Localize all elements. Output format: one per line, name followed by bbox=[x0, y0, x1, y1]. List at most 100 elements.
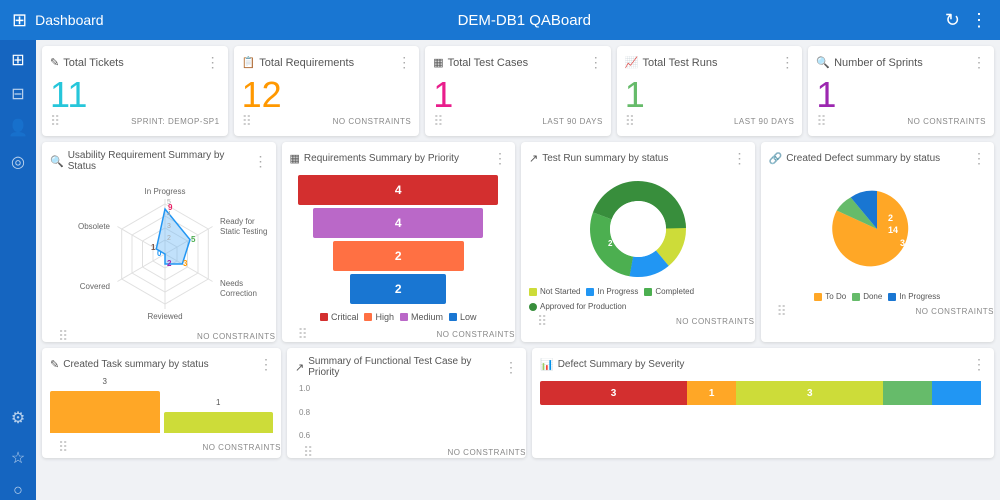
legend-critical: Critical bbox=[320, 312, 359, 322]
refresh-icon[interactable]: ↻ bbox=[945, 10, 960, 31]
severity-seg-1: 3 bbox=[540, 381, 687, 405]
defect-status-label: NO CONSTRAINTS bbox=[915, 307, 994, 316]
svg-text:5: 5 bbox=[167, 199, 171, 206]
defect-status-card: 🔗 Created Defect summary by status ⋮ 14 … bbox=[761, 142, 995, 342]
test-run-title: ↗ Test Run summary by status bbox=[529, 152, 668, 165]
defect-status-menu[interactable]: ⋮ bbox=[972, 150, 986, 167]
defect-severity-card: 📊 Defect Summary by Severity ⋮ 3 1 3 bbox=[532, 348, 994, 458]
svg-text:0: 0 bbox=[157, 249, 162, 258]
test-run-status-card: ↗ Test Run summary by status ⋮ 1 1 bbox=[521, 142, 755, 342]
sidebar-profile-icon[interactable]: ○ bbox=[13, 482, 23, 500]
sidebar-star-icon[interactable]: ☆ bbox=[11, 448, 25, 468]
total-tickets-title: ✎ Total Tickets bbox=[50, 56, 124, 69]
svg-text:4: 4 bbox=[167, 211, 171, 218]
drag-icon: ⠿ bbox=[50, 113, 60, 130]
drag-icon-5: ⠿ bbox=[816, 113, 826, 130]
svg-text:1: 1 bbox=[654, 212, 659, 221]
sidebar-settings-icon[interactable]: ⚙ bbox=[11, 408, 25, 428]
sprints-title: 🔍 Number of Sprints bbox=[816, 56, 922, 69]
nav-label: Dashboard bbox=[35, 12, 104, 28]
total-tr-title: 📈 Total Test Runs bbox=[625, 56, 718, 69]
main-content: ✎ Total Tickets ⋮ 1 1 ⠿ SPRINT: DEMOP-SP1… bbox=[36, 40, 1000, 500]
svg-text:In Progress: In Progress bbox=[145, 187, 186, 196]
defect-icon: 🔗 bbox=[769, 152, 783, 165]
test-run-icon: ↗ bbox=[529, 152, 538, 165]
legend-in-progress: In Progress bbox=[586, 287, 638, 296]
legend-medium: Medium bbox=[400, 312, 443, 322]
top-nav: ⊞ Dashboard DEM-DB1 QABoard ↻ ⋮ bbox=[0, 0, 1000, 40]
sprints-menu[interactable]: ⋮ bbox=[972, 54, 986, 71]
svg-text:3: 3 bbox=[183, 259, 188, 268]
functional-test-card: ↗ Summary of Functional Test Case by Pri… bbox=[287, 348, 526, 458]
grid-icon[interactable]: ⊞ bbox=[12, 10, 27, 31]
legend-low: Low bbox=[449, 312, 477, 322]
test-run-donut: 1 1 1 2 bbox=[529, 171, 747, 281]
total-tc-menu[interactable]: ⋮ bbox=[589, 54, 603, 71]
severity-seg-2: 1 bbox=[687, 381, 736, 405]
drag-icon-8: ⠿ bbox=[537, 313, 547, 330]
severity-seg-3: 3 bbox=[736, 381, 883, 405]
svg-text:Needs: Needs bbox=[220, 279, 243, 288]
drag-icon-6: ⠿ bbox=[58, 328, 68, 345]
severity-seg-5 bbox=[932, 381, 981, 405]
legend-approved: Approved for Production bbox=[529, 302, 626, 311]
drag-icon-4: ⠿ bbox=[625, 113, 635, 130]
severity-icon: 📊 bbox=[540, 358, 554, 371]
metrics-row: ✎ Total Tickets ⋮ 11 ⠿ SPRINT: DEMOP-SP1… bbox=[42, 46, 994, 136]
sidebar-circle-icon[interactable]: ◎ bbox=[11, 152, 25, 172]
funnel-bar-low: 2 bbox=[350, 274, 446, 304]
legend-inprogress: In Progress bbox=[888, 292, 940, 301]
task-icon: ✎ bbox=[50, 358, 59, 371]
task-bar-chart: 3 1 bbox=[50, 377, 273, 437]
legend-not-started: Not Started bbox=[529, 287, 580, 296]
sidebar-user-icon[interactable]: 👤 bbox=[8, 118, 28, 138]
sprint-icon: 🔍 bbox=[816, 56, 830, 69]
sprints-value: 1 bbox=[816, 77, 986, 113]
nav-right: ↻ ⋮ bbox=[945, 10, 988, 31]
total-req-label: NO CONSTRAINTS bbox=[333, 117, 412, 126]
legend-high: High bbox=[364, 312, 394, 322]
total-tickets-label: SPRINT: DEMOP-SP1 bbox=[131, 117, 220, 126]
svg-text:2: 2 bbox=[608, 239, 613, 248]
defect-severity-menu[interactable]: ⋮ bbox=[972, 356, 986, 373]
svg-text:14: 14 bbox=[888, 225, 898, 235]
drag-icon-7: ⠿ bbox=[298, 326, 308, 343]
total-tickets-menu[interactable]: ⋮ bbox=[206, 54, 220, 71]
drag-icon-9: ⠿ bbox=[777, 303, 787, 320]
legend-todo: To Do bbox=[814, 292, 846, 301]
total-test-runs-card: 📈 Total Test Runs ⋮ 1 ⠿ LAST 90 DAYS bbox=[617, 46, 803, 136]
legend-completed: Completed bbox=[644, 287, 694, 296]
svg-text:1: 1 bbox=[622, 204, 627, 213]
sidebar-apps-icon[interactable]: ⊟ bbox=[11, 84, 24, 104]
drag-icon-11: ⠿ bbox=[303, 444, 313, 461]
svg-text:Static Testing: Static Testing bbox=[220, 227, 267, 236]
svg-text:2: 2 bbox=[888, 213, 893, 223]
more-icon[interactable]: ⋮ bbox=[970, 10, 988, 31]
test-run-menu[interactable]: ⋮ bbox=[733, 150, 747, 167]
req-priority-menu[interactable]: ⋮ bbox=[493, 150, 507, 167]
req-priority-label: NO CONSTRAINTS bbox=[436, 330, 515, 339]
defect-pie: 14 3 2 bbox=[769, 171, 987, 286]
test-run-label: NO CONSTRAINTS bbox=[676, 317, 755, 326]
svg-text:3: 3 bbox=[900, 238, 905, 248]
req-priority-card: ▦ Requirements Summary by Priority ⋮ 4 4… bbox=[282, 142, 516, 342]
nav-left: ⊞ Dashboard bbox=[12, 10, 104, 31]
defect-severity-title: 📊 Defect Summary by Severity bbox=[540, 358, 684, 371]
total-test-cases-card: ▦ Total Test Cases ⋮ 1 ⠿ LAST 90 DAYS bbox=[425, 46, 611, 136]
usability-menu[interactable]: ⋮ bbox=[254, 153, 268, 170]
total-requirements-card: 📋 Total Requirements ⋮ 12 ⠿ NO CONSTRAIN… bbox=[234, 46, 420, 136]
ticket-icon: ✎ bbox=[50, 56, 59, 69]
total-req-menu[interactable]: ⋮ bbox=[397, 54, 411, 71]
task-status-title: ✎ Created Task summary by status bbox=[50, 358, 209, 371]
req-icon: 📋 bbox=[242, 56, 256, 69]
sidebar-grid-icon[interactable]: ⊞ bbox=[11, 50, 24, 70]
functional-test-menu[interactable]: ⋮ bbox=[504, 359, 518, 376]
svg-text:Correction: Correction bbox=[220, 289, 257, 298]
defect-status-title: 🔗 Created Defect summary by status bbox=[769, 152, 941, 165]
tc-icon: ▦ bbox=[433, 56, 443, 69]
sidebar: ⊞ ⊟ 👤 ◎ ⚙ ☆ ○ bbox=[0, 40, 36, 500]
charts-row: 🔍 Usability Requirement Summary by Statu… bbox=[42, 142, 994, 342]
total-tr-menu[interactable]: ⋮ bbox=[780, 54, 794, 71]
total-tr-label: LAST 90 DAYS bbox=[734, 117, 794, 126]
task-status-menu[interactable]: ⋮ bbox=[259, 356, 273, 373]
